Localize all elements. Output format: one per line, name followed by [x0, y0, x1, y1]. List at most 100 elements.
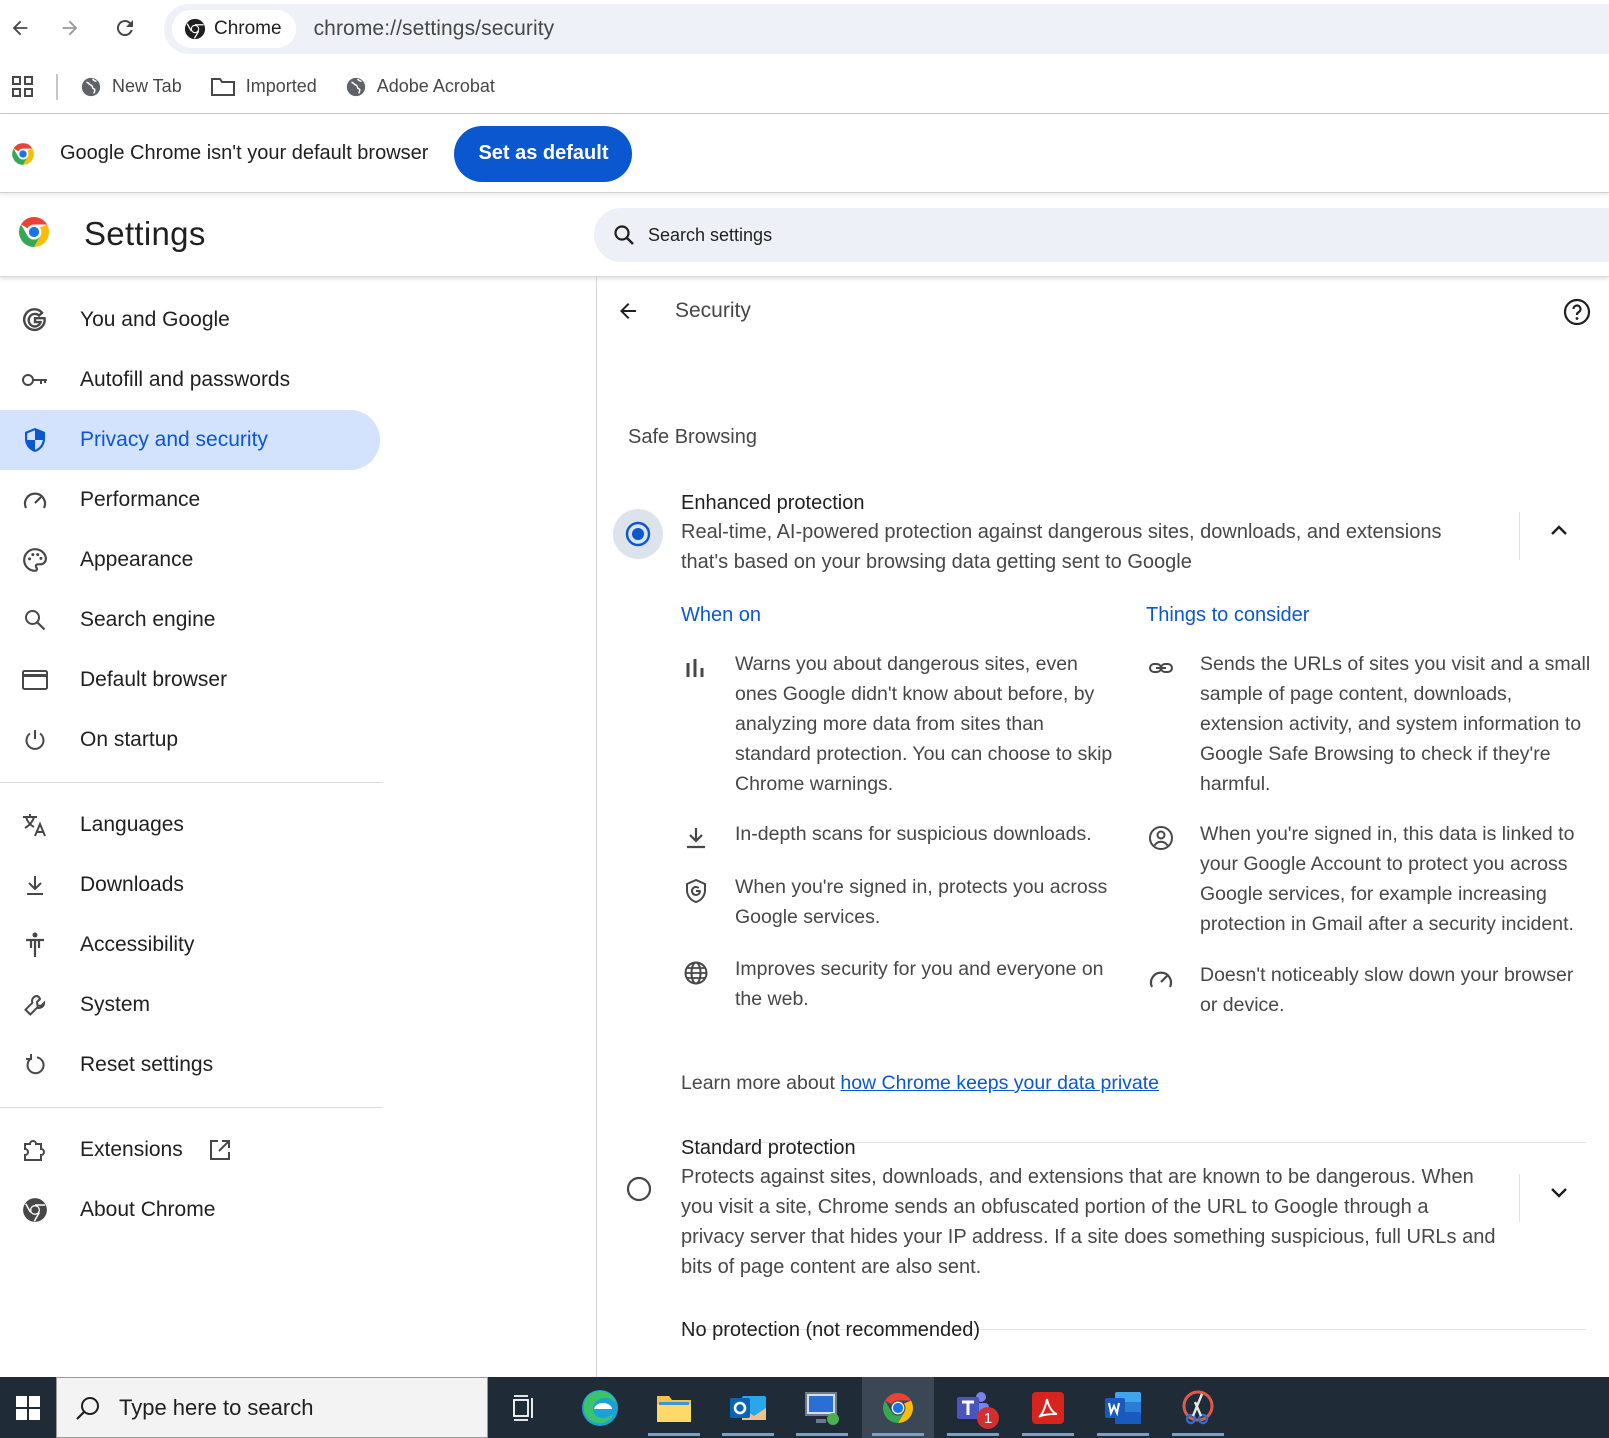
consider-item: Sends the URLs of sites you visit and a …: [1200, 653, 1591, 795]
teams-app[interactable]: 1: [937, 1377, 1009, 1438]
when-on-item: When you're signed in, protects you acro…: [735, 876, 1108, 928]
expand-standard-button[interactable]: [1547, 1180, 1571, 1204]
sidebar-item-reset-settings[interactable]: Reset settings: [0, 1035, 380, 1095]
sidebar-item-languages[interactable]: Languages: [0, 795, 380, 855]
expand-separator: [1519, 512, 1520, 560]
sidebar-item-default-browser[interactable]: Default browser: [0, 650, 380, 710]
sidebar-item-search-engine[interactable]: Search engine: [0, 590, 380, 650]
word-icon: [1105, 1391, 1141, 1424]
reload-button[interactable]: [105, 8, 145, 48]
sidebar-item-accessibility[interactable]: Accessibility: [0, 915, 380, 975]
site-info-chip[interactable]: Chrome: [172, 10, 296, 48]
power-icon: [20, 725, 50, 755]
speedometer-icon: [1149, 971, 1173, 988]
sidebar-item-on-startup[interactable]: On startup: [0, 710, 380, 770]
acrobat-icon: [1032, 1391, 1064, 1424]
help-button[interactable]: [1563, 298, 1591, 326]
sidebar-item-label: System: [80, 993, 151, 1016]
apps-grid-icon: [12, 75, 33, 97]
taskbar-search-box[interactable]: Type here to search: [56, 1377, 488, 1438]
collapse-enhanced-button[interactable]: [1547, 519, 1571, 543]
sidebar-item-label: Languages: [80, 813, 184, 836]
standard-protection-radio[interactable]: [626, 1176, 652, 1202]
snipping-tool-app[interactable]: [1162, 1377, 1234, 1438]
bookmark-label: New Tab: [112, 76, 182, 96]
no-protection-title: No protection (not recommended): [681, 1319, 981, 1341]
sidebar-item-label: Default browser: [80, 668, 228, 691]
forward-button[interactable]: [50, 8, 90, 48]
open-in-new-icon: [210, 1140, 230, 1160]
bookmarks-bar: New Tab Imported Adobe Acrobat: [0, 60, 1609, 114]
sidebar-item-label: Privacy and security: [80, 428, 268, 451]
windows-taskbar: Type here to search 1: [0, 1377, 1609, 1438]
remote-desktop-app[interactable]: [786, 1377, 858, 1438]
edge-app[interactable]: [564, 1377, 636, 1438]
back-arrow-button[interactable]: [616, 299, 640, 323]
sidebar-item-appearance[interactable]: Appearance: [0, 530, 380, 590]
sidebar-item-label: On startup: [80, 728, 179, 751]
outlook-app[interactable]: [712, 1377, 784, 1438]
set-as-default-button[interactable]: Set as default: [454, 125, 633, 182]
arrow-back-icon: [620, 303, 636, 319]
when-on-item: Improves security for you and everyone o…: [735, 958, 1104, 1010]
start-button[interactable]: [0, 1377, 56, 1438]
search-settings-input[interactable]: Search settings: [594, 208, 1609, 262]
file-explorer-app[interactable]: [638, 1377, 710, 1438]
key-icon: [20, 365, 50, 395]
sidebar-item-label: Search engine: [80, 608, 216, 631]
sidebar-item-autofill[interactable]: Autofill and passwords: [0, 350, 380, 410]
bookmark-label: Imported: [245, 76, 317, 96]
sidebar-item-system[interactable]: System: [0, 975, 380, 1035]
safe-browsing-heading: Safe Browsing: [628, 426, 757, 448]
puzzle-icon: [20, 1135, 50, 1165]
chrome-app[interactable]: [862, 1377, 934, 1438]
sidebar-item-label: Accessibility: [80, 933, 195, 956]
bookmarks-separator: [56, 73, 58, 100]
url-text[interactable]: chrome://settings/security: [314, 17, 555, 41]
sidebar-item-extensions[interactable]: Extensions: [0, 1120, 380, 1180]
site-chip-label: Chrome: [214, 18, 282, 39]
when-on-item: In-depth scans for suspicious downloads.: [735, 823, 1092, 845]
chrome-logo-icon: [19, 217, 49, 247]
sidebar-divider: [0, 1107, 383, 1108]
apps-button[interactable]: [12, 75, 34, 98]
sidebar-item-performance[interactable]: Performance: [0, 470, 380, 530]
globe-icon: [81, 77, 101, 96]
learn-more-text: Learn more about how Chrome keeps your d…: [681, 1072, 1159, 1095]
edge-icon: [582, 1389, 618, 1426]
sidebar-item-label: Extensions: [80, 1138, 183, 1161]
bookmark-new-tab[interactable]: New Tab: [80, 76, 182, 98]
expand-separator: [1519, 1174, 1520, 1222]
sidebar-item-label: Appearance: [80, 548, 194, 571]
search-placeholder: Search settings: [648, 224, 773, 245]
browser-toolbar: Chrome chrome://settings/security: [0, 0, 1609, 56]
sidebar-item-privacy-security[interactable]: Privacy and security: [0, 410, 380, 470]
sidebar-item-label: Autofill and passwords: [80, 368, 291, 391]
sidebar-divider: [0, 782, 383, 783]
infobar-message: Google Chrome isn't your default browser: [60, 142, 429, 164]
sidebar-item-downloads[interactable]: Downloads: [0, 855, 380, 915]
back-button[interactable]: [0, 8, 40, 48]
task-view-button[interactable]: [488, 1377, 560, 1438]
scissors-icon: [1182, 1390, 1214, 1424]
word-app[interactable]: [1087, 1377, 1159, 1438]
download-icon: [20, 870, 50, 900]
task-view-icon: [513, 1394, 533, 1421]
enhanced-protection-description: Real-time, AI-powered protection against…: [681, 521, 1442, 573]
sidebar-item-you-and-google[interactable]: You and Google: [0, 290, 380, 350]
privacy-learn-more-link[interactable]: how Chrome keeps your data private: [840, 1072, 1159, 1094]
omnibox[interactable]: Chrome chrome://settings/security: [164, 4, 1609, 54]
sidebar-item-about-chrome[interactable]: About Chrome: [0, 1180, 380, 1240]
google-g-icon: [20, 305, 50, 335]
globe-icon: [346, 77, 365, 96]
acrobat-app[interactable]: [1012, 1377, 1084, 1438]
bookmark-adobe-acrobat[interactable]: Adobe Acrobat: [345, 76, 495, 98]
settings-header: Settings Search settings: [0, 197, 1609, 277]
page-title: Settings: [84, 215, 206, 252]
bar-chart-icon: [686, 659, 704, 677]
shield-icon: [20, 425, 50, 455]
section-page-title: Security: [675, 299, 751, 322]
things-to-consider-heading: Things to consider: [1146, 604, 1310, 626]
bookmark-imported[interactable]: Imported: [210, 76, 317, 98]
enhanced-protection-radio[interactable]: [613, 509, 663, 559]
